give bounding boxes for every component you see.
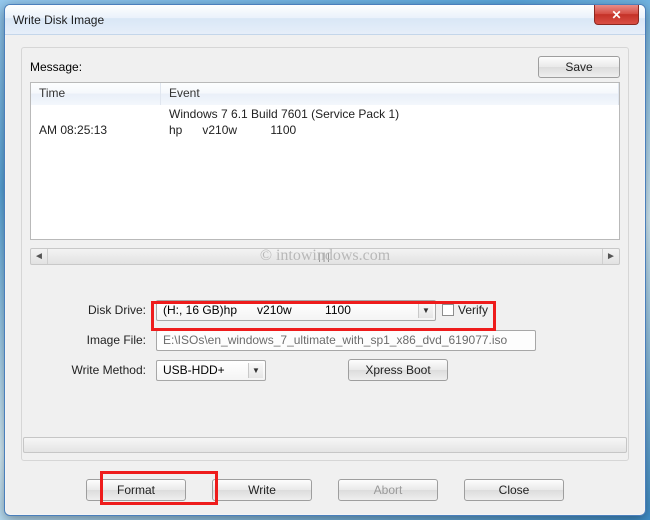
log-row[interactable]: AM 08:25:13 hp v210w 1100 (31, 123, 619, 139)
progress-bar (23, 437, 627, 453)
message-label: Message: (30, 60, 82, 74)
scroll-right-icon[interactable]: ► (602, 249, 619, 264)
abort-button: Abort (338, 479, 438, 501)
titlebar: Write Disk Image ✕ (5, 5, 645, 35)
format-button[interactable]: Format (86, 479, 186, 501)
save-button[interactable]: Save (538, 56, 620, 78)
option-rows: Disk Drive: (H:, 16 GB)hp v210w 1100 ▼ V… (30, 295, 620, 385)
message-row: Message: Save (30, 56, 620, 78)
disk-drive-label: Disk Drive: (30, 303, 150, 317)
message-log[interactable]: Time Event Windows 7 6.1 Build 7601 (Ser… (30, 82, 620, 240)
window-title: Write Disk Image (13, 13, 104, 27)
write-method-select[interactable]: USB-HDD+ ▼ (156, 360, 266, 381)
image-file-label: Image File: (30, 333, 150, 347)
write-method-label: Write Method: (30, 363, 150, 377)
write-method-row: Write Method: USB-HDD+ ▼ Xpress Boot (30, 355, 620, 385)
log-body: Windows 7 6.1 Build 7601 (Service Pack 1… (31, 105, 619, 139)
write-button[interactable]: Write (212, 479, 312, 501)
verify-checkbox[interactable]: Verify (442, 303, 488, 317)
checkbox-box-icon (442, 304, 454, 316)
main-panel: Message: Save Time Event Windows 7 6.1 B… (21, 47, 629, 461)
chevron-down-icon: ▼ (248, 363, 263, 378)
disk-drive-row: Disk Drive: (H:, 16 GB)hp v210w 1100 ▼ V… (30, 295, 620, 325)
log-row[interactable]: Windows 7 6.1 Build 7601 (Service Pack 1… (31, 107, 619, 123)
log-scrollbar[interactable]: ◄ ||| ► (30, 248, 620, 265)
close-icon: ✕ (611, 8, 621, 22)
action-row: Format Write Abort Close (5, 479, 645, 501)
log-header: Time Event (31, 83, 619, 105)
image-file-field[interactable]: E:\ISOs\en_windows_7_ultimate_with_sp1_x… (156, 330, 536, 351)
disk-drive-select[interactable]: (H:, 16 GB)hp v210w 1100 ▼ (156, 300, 436, 321)
xpress-boot-button[interactable]: Xpress Boot (348, 359, 448, 381)
column-event[interactable]: Event (161, 83, 619, 105)
close-button[interactable]: Close (464, 479, 564, 501)
close-window-button[interactable]: ✕ (594, 5, 639, 25)
image-file-row: Image File: E:\ISOs\en_windows_7_ultimat… (30, 325, 620, 355)
scroll-left-icon[interactable]: ◄ (31, 249, 48, 264)
scroll-grip-icon: ||| (318, 252, 332, 263)
column-time[interactable]: Time (31, 83, 161, 105)
write-disk-image-window: Write Disk Image ✕ Message: Save Time Ev… (4, 4, 646, 516)
chevron-down-icon: ▼ (418, 303, 433, 318)
